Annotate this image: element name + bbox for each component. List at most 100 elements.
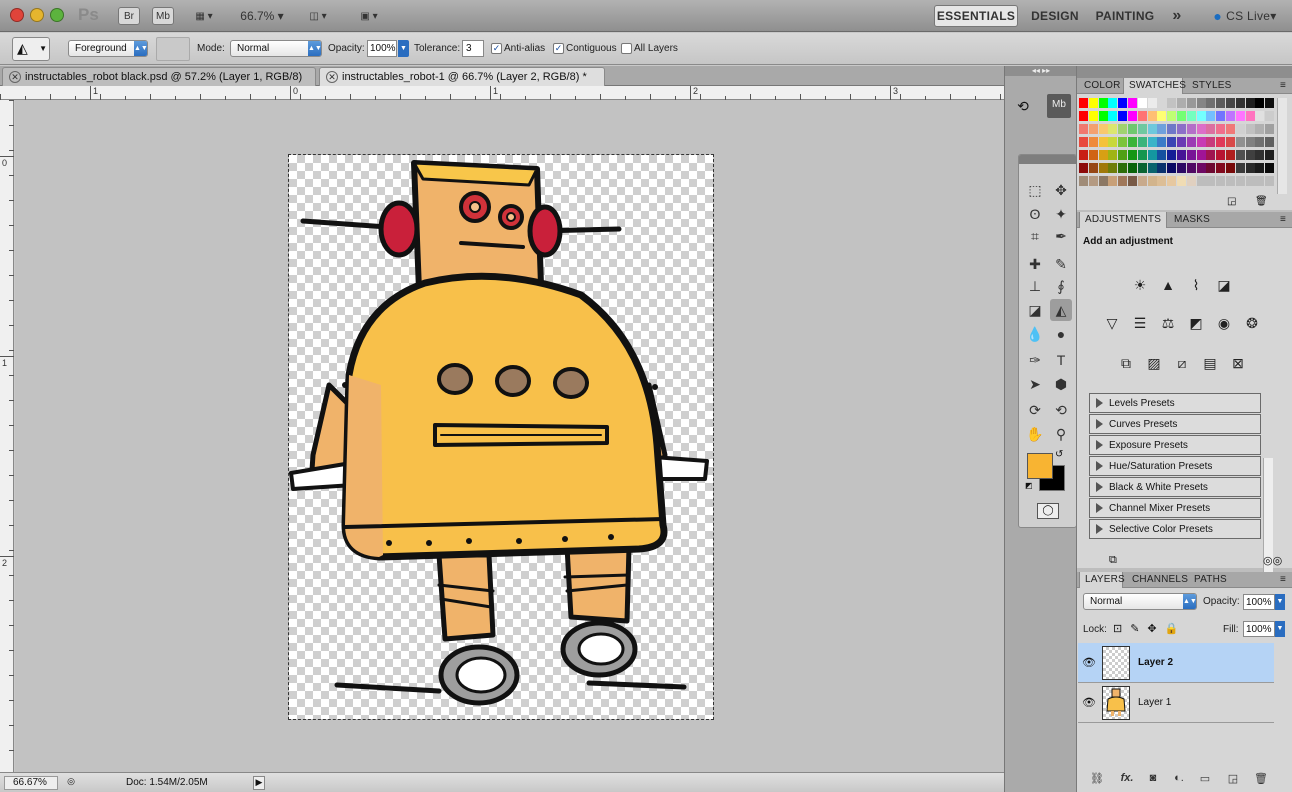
color-swatch[interactable]	[1245, 150, 1255, 160]
color-swatch[interactable]	[1108, 111, 1118, 121]
new-group-icon[interactable]: ▭	[1196, 772, 1214, 788]
levels-icon[interactable]: ▲	[1157, 274, 1179, 296]
color-swatch[interactable]	[1137, 124, 1147, 134]
color-swatch[interactable]	[1167, 176, 1177, 186]
photo-filter-icon[interactable]: ◉	[1213, 312, 1235, 334]
color-swatch[interactable]	[1088, 150, 1098, 160]
color-swatch[interactable]	[1245, 176, 1255, 186]
color-swatch[interactable]	[1167, 150, 1177, 160]
color-swatch[interactable]	[1118, 137, 1128, 147]
color-swatch[interactable]	[1157, 150, 1167, 160]
color-swatch[interactable]	[1235, 163, 1245, 173]
color-swatch[interactable]	[1265, 150, 1275, 160]
color-swatch[interactable]	[1226, 111, 1235, 121]
color-swatch[interactable]	[1118, 111, 1128, 121]
color-swatch[interactable]	[1128, 150, 1137, 160]
color-swatch[interactable]	[1265, 176, 1275, 186]
preset-hue-saturation[interactable]: Hue/Saturation Presets	[1089, 456, 1261, 476]
layer-blend-mode-select[interactable]: Normal ▲▼	[1083, 593, 1197, 610]
color-swatch[interactable]	[1196, 150, 1206, 160]
color-swatch[interactable]	[1147, 111, 1157, 121]
color-swatch[interactable]	[1186, 163, 1196, 173]
color-swatch[interactable]	[1137, 163, 1147, 173]
gradient-map-icon[interactable]: ▤	[1199, 352, 1221, 374]
color-swatch[interactable]	[1137, 111, 1147, 121]
paint-bucket-tool-icon[interactable]: ◭	[1050, 299, 1072, 321]
tab-paths[interactable]: PATHS	[1189, 572, 1233, 588]
arrange-documents-button[interactable]: ◫ ▾	[302, 7, 334, 25]
color-swatch[interactable]	[1226, 163, 1235, 173]
preset-selective-color[interactable]: Selective Color Presets	[1089, 519, 1261, 539]
threshold-icon[interactable]: ⧄	[1171, 352, 1193, 374]
color-swatch[interactable]	[1226, 98, 1235, 108]
document-tab-robot-black[interactable]: ✕ instructables_robot black.psd @ 57.2% (…	[2, 67, 316, 86]
eye-icon[interactable]: 👁	[1082, 656, 1096, 669]
preset-exposure[interactable]: Exposure Presets	[1089, 435, 1261, 455]
blend-mode-select[interactable]: Normal ▲▼	[230, 40, 322, 57]
curves-icon[interactable]: ⌇	[1185, 274, 1207, 296]
color-swatch[interactable]	[1265, 124, 1275, 134]
color-swatch[interactable]	[1255, 150, 1265, 160]
color-swatch[interactable]	[1147, 137, 1157, 147]
color-swatch[interactable]	[1245, 98, 1255, 108]
swatches-scrollbar[interactable]	[1277, 98, 1287, 194]
close-icon[interactable]: ✕	[9, 71, 21, 83]
color-swatch[interactable]	[1226, 150, 1235, 160]
black-white-icon[interactable]: ◩	[1185, 312, 1207, 334]
tab-layers[interactable]: LAYERS	[1079, 572, 1125, 588]
trash-icon[interactable]: 🗑	[1255, 196, 1268, 207]
color-swatch[interactable]	[1167, 137, 1177, 147]
document-canvas[interactable]	[288, 154, 714, 720]
color-swatch[interactable]	[1147, 98, 1157, 108]
color-swatch[interactable]	[1196, 98, 1206, 108]
color-swatch[interactable]	[1147, 150, 1157, 160]
marquee-tool-icon[interactable]: ⬚	[1024, 179, 1046, 201]
color-swatch[interactable]	[1128, 111, 1137, 121]
fx-icon[interactable]: fx.	[1118, 772, 1136, 788]
zoom-level-dropdown[interactable]: 66.7% ▾	[234, 7, 290, 25]
hand-tool-icon[interactable]: ✋	[1024, 423, 1046, 445]
launch-bridge-button[interactable]: Br	[118, 7, 140, 25]
color-swatch[interactable]	[1245, 124, 1255, 134]
color-swatch[interactable]	[1177, 98, 1186, 108]
eyedropper-tool-icon[interactable]: ✒	[1050, 225, 1072, 247]
color-swatch[interactable]	[1118, 176, 1128, 186]
tool-preset-picker[interactable]: ◭ ▼	[12, 37, 50, 61]
color-swatch[interactable]	[1186, 150, 1196, 160]
color-swatch[interactable]	[1079, 176, 1088, 186]
color-swatch[interactable]	[1108, 150, 1118, 160]
brightness-contrast-icon[interactable]: ☀	[1129, 274, 1151, 296]
all-layers-checkbox[interactable]	[621, 43, 632, 54]
zoom-window-button[interactable]	[50, 8, 64, 22]
close-icon[interactable]: ✕	[326, 71, 338, 83]
color-swatch[interactable]	[1255, 137, 1265, 147]
tab-swatches[interactable]: SWATCHES	[1123, 78, 1186, 94]
default-colors-icon[interactable]: ◩	[1025, 481, 1033, 490]
move-tool-icon[interactable]: ✥	[1050, 179, 1072, 201]
color-swatch[interactable]	[1177, 137, 1186, 147]
color-swatch[interactable]	[1108, 176, 1118, 186]
color-swatch[interactable]	[1196, 111, 1206, 121]
color-swatch[interactable]	[1235, 150, 1245, 160]
path-selection-tool-icon[interactable]: ➤	[1024, 373, 1046, 395]
color-swatch[interactable]	[1098, 137, 1108, 147]
color-swatch[interactable]	[1265, 98, 1275, 108]
color-swatch[interactable]	[1186, 176, 1196, 186]
cs-live-button[interactable]: ● CS Live ▾	[1206, 5, 1284, 27]
hue-saturation-icon[interactable]: ☰	[1129, 312, 1151, 334]
preset-curves[interactable]: Curves Presets	[1089, 414, 1261, 434]
color-swatch[interactable]	[1216, 176, 1226, 186]
channel-mixer-icon[interactable]: ❂	[1241, 312, 1263, 334]
lasso-tool-icon[interactable]: ʘ	[1024, 203, 1046, 225]
close-window-button[interactable]	[10, 8, 24, 22]
delete-layer-icon[interactable]: 🗑	[1252, 772, 1270, 788]
color-swatch[interactable]	[1216, 150, 1226, 160]
color-swatch[interactable]	[1235, 137, 1245, 147]
color-swatch[interactable]	[1098, 98, 1108, 108]
color-swatch[interactable]	[1255, 111, 1265, 121]
color-swatch[interactable]	[1206, 111, 1216, 121]
crop-tool-icon[interactable]: ⌗	[1024, 225, 1046, 247]
color-swatch[interactable]	[1235, 111, 1245, 121]
exposure-icon[interactable]: ◪	[1213, 274, 1235, 296]
panel-menu-icon[interactable]: ≡	[1275, 212, 1291, 228]
